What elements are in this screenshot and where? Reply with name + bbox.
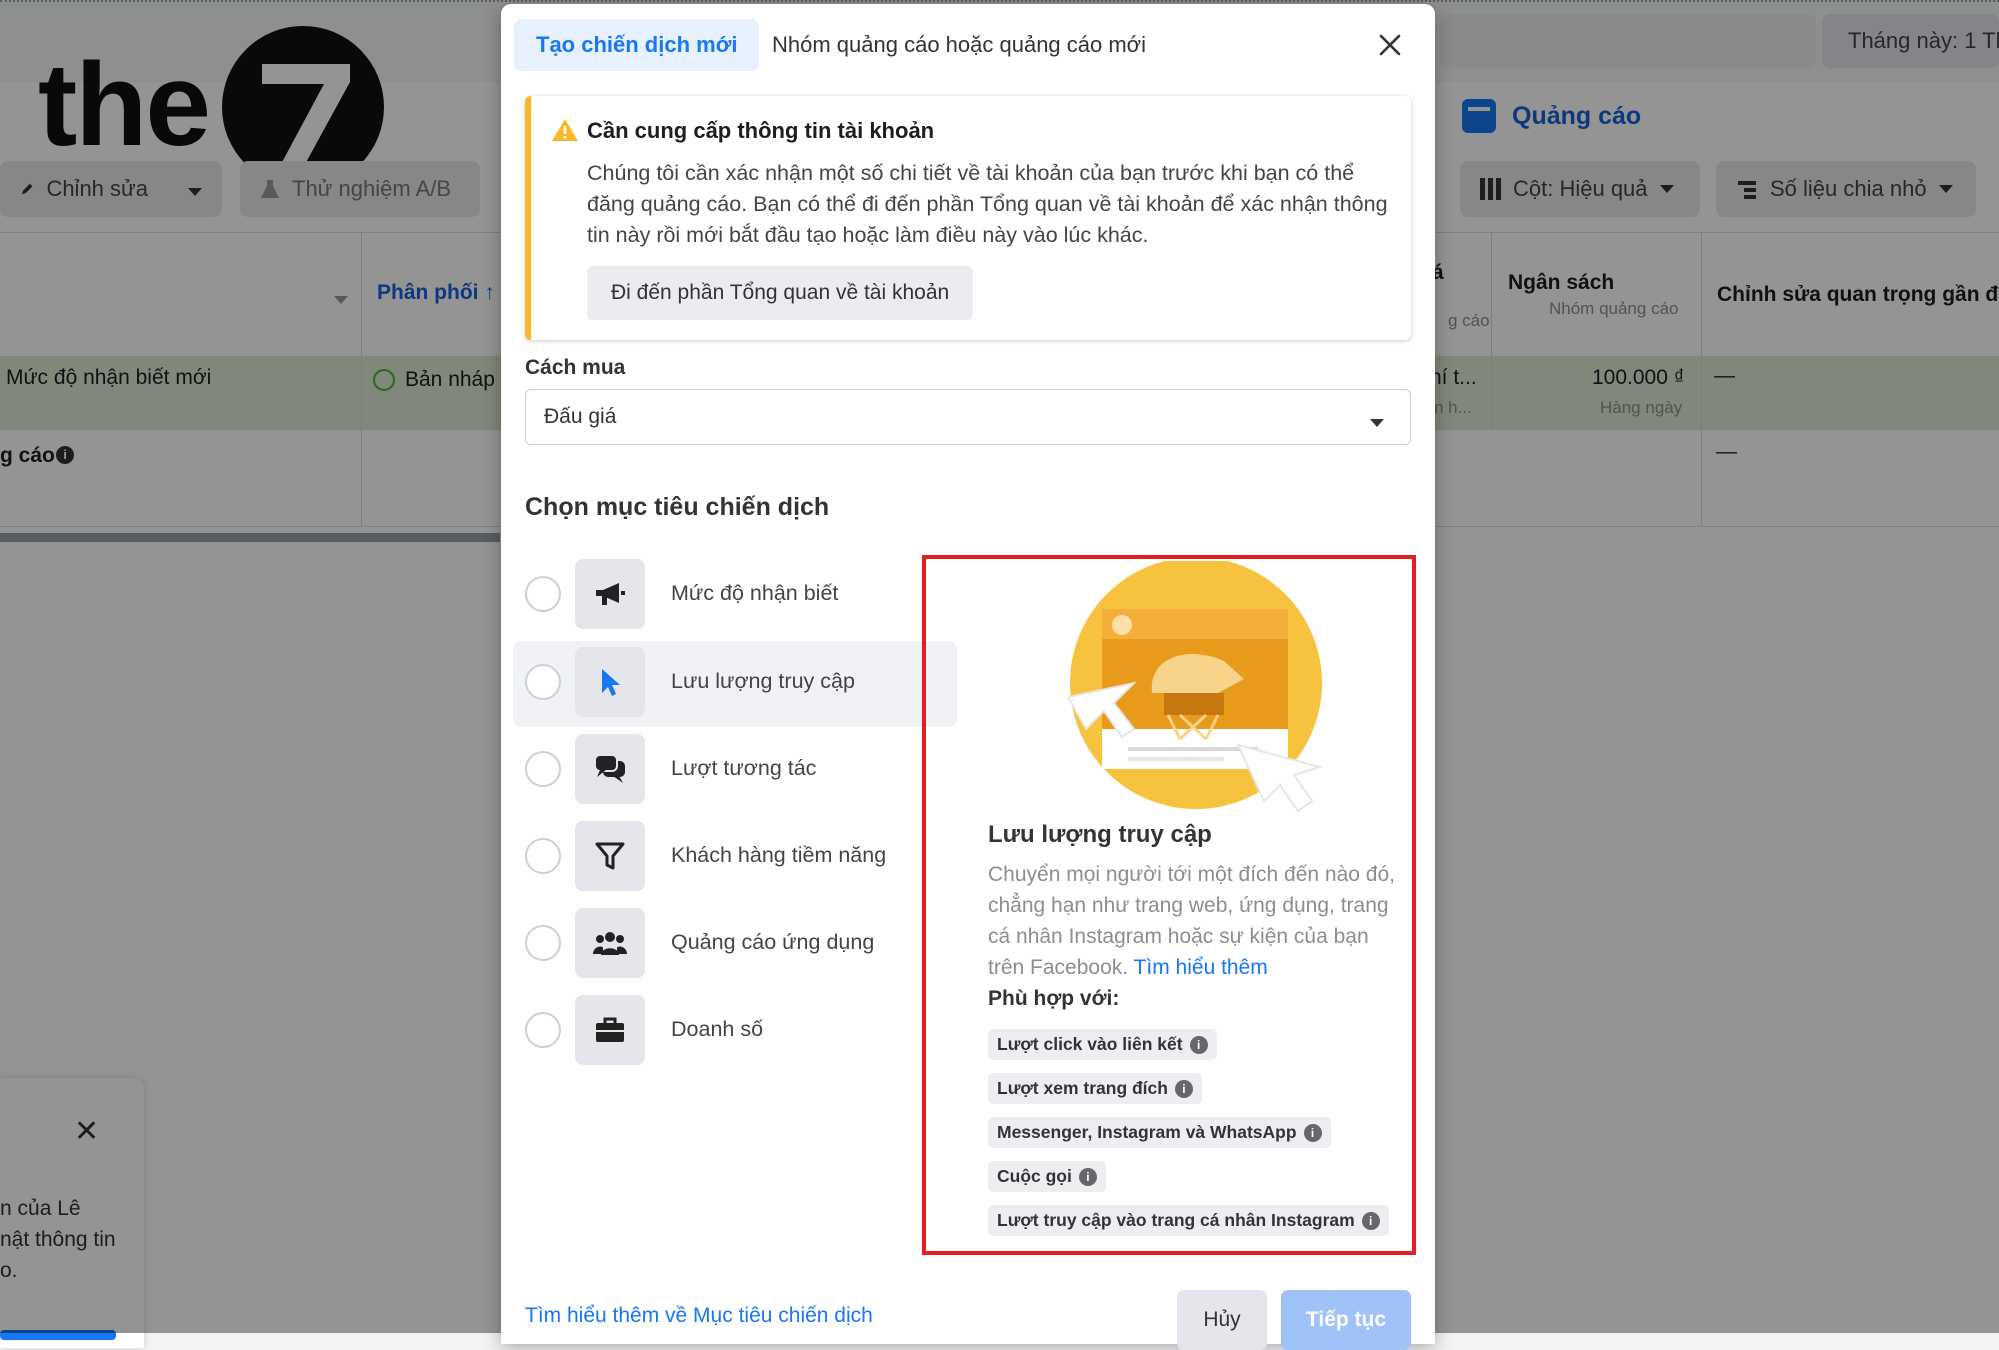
chip-label: Messenger, Instagram và WhatsApp — [997, 1122, 1297, 1142]
close-button[interactable] — [1373, 28, 1407, 62]
objective-radio[interactable] — [525, 1012, 561, 1048]
chevron-down-icon — [1370, 414, 1384, 432]
objective-label: Lượt tương tác — [671, 756, 817, 780]
chip-link-clicks: Lượt click vào liên kết i — [988, 1029, 1217, 1060]
suitable-for-label: Phù hợp với: — [988, 987, 1120, 1010]
create-campaign-dialog: Tạo chiến dịch mới Nhóm quảng cáo hoặc q… — [501, 4, 1435, 1350]
account-overview-button[interactable]: Đi đến phần Tổng quan về tài khoản — [587, 266, 974, 320]
objective-radio[interactable] — [525, 925, 561, 961]
chip-messaging: Messenger, Instagram và WhatsApp i — [988, 1117, 1331, 1148]
suitable-for-chips: Lượt click vào liên kết i Lượt xem trang … — [988, 1029, 1408, 1249]
objective-detail-panel: Lưu lượng truy cập Chuyển mọi người tới … — [922, 555, 1416, 1255]
objective-detail-description: Chuyển mọi người tới một đích đến nào đó… — [988, 859, 1398, 983]
account-info-warning: Cần cung cấp thông tin tài khoản Chúng t… — [525, 96, 1411, 340]
info-icon[interactable]: i — [1078, 1167, 1097, 1186]
continue-button[interactable]: Tiếp tục — [1281, 1290, 1411, 1350]
chip-label: Cuộc gọi — [997, 1166, 1072, 1186]
objective-detail-title: Lưu lượng truy cập — [988, 821, 1212, 848]
info-icon[interactable]: i — [1361, 1211, 1380, 1230]
buying-type-select[interactable]: Đấu giá — [525, 389, 1411, 445]
warning-icon — [552, 119, 578, 141]
tab-new-adset-or-ad[interactable]: Nhóm quảng cáo hoặc quảng cáo mới — [772, 19, 1146, 71]
chip-label: Lượt xem trang đích — [997, 1078, 1168, 1098]
cancel-button[interactable]: Hủy — [1177, 1290, 1267, 1350]
objective-radio[interactable] — [525, 838, 561, 874]
info-icon[interactable]: i — [1303, 1123, 1322, 1142]
people-icon — [575, 908, 645, 978]
objective-engagement[interactable]: Lượt tương tác — [513, 728, 957, 814]
tab-new-campaign[interactable]: Tạo chiến dịch mới — [514, 19, 760, 71]
info-icon[interactable]: i — [1174, 1079, 1193, 1098]
objective-label: Mức độ nhận biết — [671, 581, 839, 605]
objective-sales[interactable]: Doanh số — [513, 989, 957, 1075]
cursor-icon — [575, 647, 645, 717]
chip-instagram-profile-visits: Lượt truy cập vào trang cá nhân Instagra… — [988, 1205, 1389, 1236]
learn-more-objectives-link[interactable]: Tìm hiểu thêm về Mục tiêu chiến dịch — [525, 1304, 873, 1328]
objective-app-promotion[interactable]: Quảng cáo ứng dụng — [513, 902, 957, 988]
objective-leads[interactable]: Khách hàng tiềm năng — [513, 815, 957, 901]
info-icon[interactable]: i — [1189, 1035, 1208, 1054]
chip-landing-page-views: Lượt xem trang đích i — [988, 1073, 1202, 1104]
objective-label: Doanh số — [671, 1017, 764, 1041]
chip-label: Lượt truy cập vào trang cá nhân Instagra… — [997, 1210, 1355, 1230]
megaphone-icon — [575, 559, 645, 629]
objective-awareness[interactable]: Mức độ nhận biết — [513, 553, 957, 639]
buying-type-label: Cách mua — [525, 356, 626, 379]
objective-radio[interactable] — [525, 664, 561, 700]
objective-heading: Chọn mục tiêu chiến dịch — [525, 493, 830, 521]
objective-label: Lưu lượng truy cập — [671, 669, 855, 693]
warning-body: Chúng tôi cần xác nhận một số chi tiết v… — [587, 161, 1388, 247]
chat-bubbles-icon — [575, 734, 645, 804]
objective-label: Quảng cáo ứng dụng — [671, 930, 875, 954]
funnel-icon — [575, 821, 645, 891]
chip-label: Lượt click vào liên kết — [997, 1034, 1183, 1054]
close-icon — [1379, 34, 1401, 56]
briefcase-icon — [575, 995, 645, 1065]
warning-title: Cần cung cấp thông tin tài khoản — [587, 118, 935, 143]
chip-calls: Cuộc gọi i — [988, 1161, 1106, 1192]
learn-more-link[interactable]: Tìm hiểu thêm — [1134, 956, 1268, 979]
buying-type-value: Đấu giá — [544, 405, 617, 428]
objective-label: Khách hàng tiềm năng — [671, 843, 887, 867]
traffic-illustration — [1068, 561, 1324, 813]
objective-radio[interactable] — [525, 576, 561, 612]
objective-radio[interactable] — [525, 751, 561, 787]
objective-traffic[interactable]: Lưu lượng truy cập — [513, 641, 957, 727]
